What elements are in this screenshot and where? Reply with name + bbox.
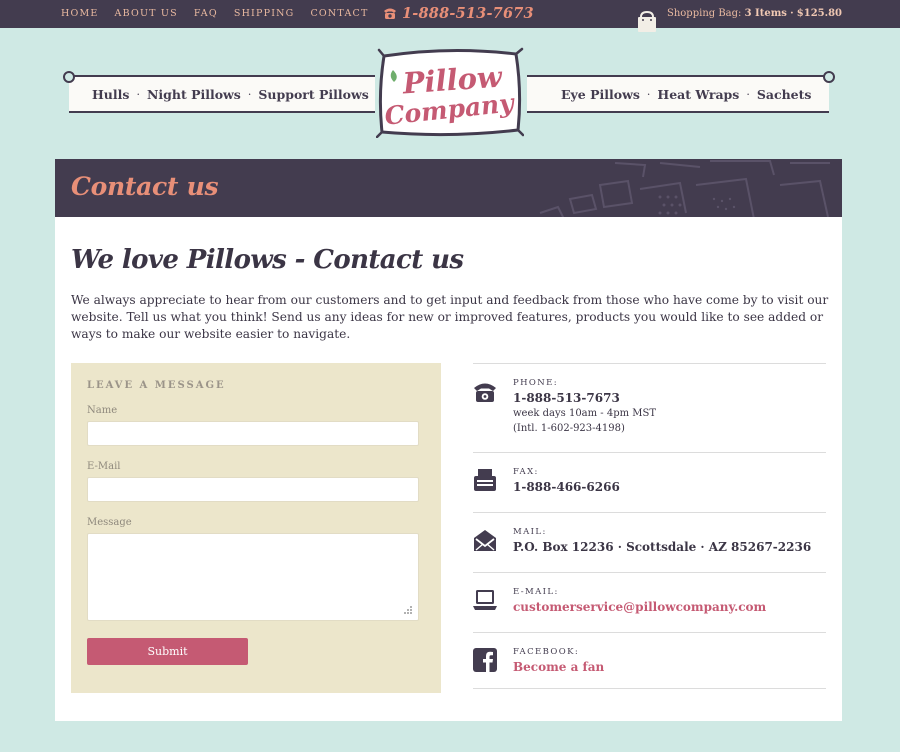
resize-grip-icon[interactable] bbox=[403, 605, 413, 615]
fax-icon bbox=[474, 469, 496, 491]
top-nav-faq[interactable]: FAQ bbox=[194, 8, 218, 19]
form-legend: Leave a Message bbox=[87, 380, 226, 391]
nav-support-pillows[interactable]: Support Pillows bbox=[258, 87, 368, 102]
facebook-label: Facebook: bbox=[513, 647, 580, 657]
bag-separator: · bbox=[790, 8, 794, 19]
nav-eye-pillows[interactable]: Eye Pillows bbox=[561, 87, 640, 102]
phone-value: 1-888-513-7673 bbox=[513, 391, 620, 405]
top-phone-number: 1-888-513-7673 bbox=[402, 5, 534, 22]
submit-button[interactable]: Submit bbox=[87, 638, 248, 665]
email-link[interactable]: customerservice@pillowcompany.com bbox=[513, 600, 766, 614]
contact-fax: Fax: 1-888-466-6266 bbox=[473, 452, 826, 512]
shopping-bag[interactable]: Shopping Bag: 3 Items · $125.80 bbox=[636, 8, 842, 32]
nav-hulls[interactable]: Hulls bbox=[92, 87, 129, 102]
contact-email: E-Mail: customerservice@pillowcompany.co… bbox=[473, 572, 826, 632]
bag-total: $125.80 bbox=[796, 8, 843, 19]
pillow-pattern-decoration bbox=[539, 160, 830, 217]
shopping-bag-icon bbox=[638, 10, 656, 32]
top-nav-shipping[interactable]: SHIPPING bbox=[234, 8, 295, 19]
nav-separator: · bbox=[247, 88, 252, 101]
nav-separator: · bbox=[746, 88, 750, 101]
email-label: E-Mail: bbox=[513, 587, 559, 597]
telephone-icon bbox=[474, 383, 496, 402]
telephone-icon bbox=[384, 8, 396, 19]
contact-card: Contact us We love Pillows - Contact us … bbox=[55, 159, 842, 721]
contact-mail: Mail: P.O. Box 12236 · Scottsdale · AZ 8… bbox=[473, 512, 826, 572]
fax-label: Fax: bbox=[513, 467, 539, 477]
message-textarea[interactable] bbox=[87, 533, 419, 621]
name-label: Name bbox=[87, 405, 118, 416]
name-field[interactable] bbox=[87, 421, 419, 446]
contact-facebook: Facebook: Become a fan bbox=[473, 632, 826, 689]
page-banner: Contact us bbox=[55, 159, 842, 217]
top-nav-about-us[interactable]: ABOUT US bbox=[115, 8, 178, 19]
shopping-bag-summary: Shopping Bag: 3 Items · $125.80 bbox=[667, 8, 842, 19]
facebook-link[interactable]: Become a fan bbox=[513, 660, 604, 674]
contact-phone: Phone: 1-888-513-7673 week days 10am - 4… bbox=[473, 363, 826, 452]
email-label: E-Mail bbox=[87, 461, 121, 472]
top-bar: HOME ABOUT US FAQ SHIPPING CONTACT 1-888… bbox=[0, 0, 900, 32]
email-field[interactable] bbox=[87, 477, 419, 502]
bag-items: 3 Items bbox=[744, 8, 787, 19]
intro-paragraph: We always appreciate to hear from our cu… bbox=[71, 293, 829, 341]
message-label: Message bbox=[87, 517, 132, 528]
nav-sachets[interactable]: Sachets bbox=[757, 87, 812, 102]
nav-separator: · bbox=[136, 88, 140, 101]
top-nav-contact[interactable]: CONTACT bbox=[310, 8, 368, 19]
header-nav-right: Eye Pillows · Heat Wraps · Sachets bbox=[561, 87, 811, 102]
phone-international: (Intl. 1-602-923-4198) bbox=[513, 423, 625, 434]
header-banner-right: Eye Pillows · Heat Wraps · Sachets bbox=[527, 71, 835, 113]
top-nav-home[interactable]: HOME bbox=[61, 8, 99, 19]
nav-separator: · bbox=[646, 88, 651, 101]
envelope-icon bbox=[474, 530, 496, 551]
phone-hours: week days 10am - 4pm MST bbox=[513, 408, 657, 419]
phone-label: Phone: bbox=[513, 378, 559, 388]
fax-value: 1-888-466-6266 bbox=[513, 480, 620, 494]
nav-night-pillows[interactable]: Night Pillows bbox=[147, 87, 241, 102]
page-banner-title: Contact us bbox=[71, 172, 219, 201]
laptop-icon bbox=[473, 590, 497, 610]
mail-value: P.O. Box 12236 · Scottsdale · AZ 85267-2… bbox=[513, 540, 812, 554]
pillow-company-logo[interactable]: Pillow Company bbox=[376, 46, 524, 138]
contact-form: Leave a Message Name E-Mail Message Subm… bbox=[71, 363, 441, 693]
top-phone[interactable]: 1-888-513-7673 bbox=[383, 5, 534, 22]
top-nav: HOME ABOUT US FAQ SHIPPING CONTACT bbox=[61, 8, 369, 19]
bag-label: Shopping Bag: bbox=[667, 8, 742, 19]
header-banner-left: Hulls · Night Pillows · Support Pillows bbox=[63, 71, 375, 113]
nav-heat-wraps[interactable]: Heat Wraps bbox=[657, 87, 739, 102]
facebook-icon[interactable] bbox=[473, 648, 497, 672]
header-nav-left: Hulls · Night Pillows · Support Pillows bbox=[92, 87, 369, 102]
mail-label: Mail: bbox=[513, 527, 547, 537]
page-title: We love Pillows - Contact us bbox=[71, 245, 464, 275]
